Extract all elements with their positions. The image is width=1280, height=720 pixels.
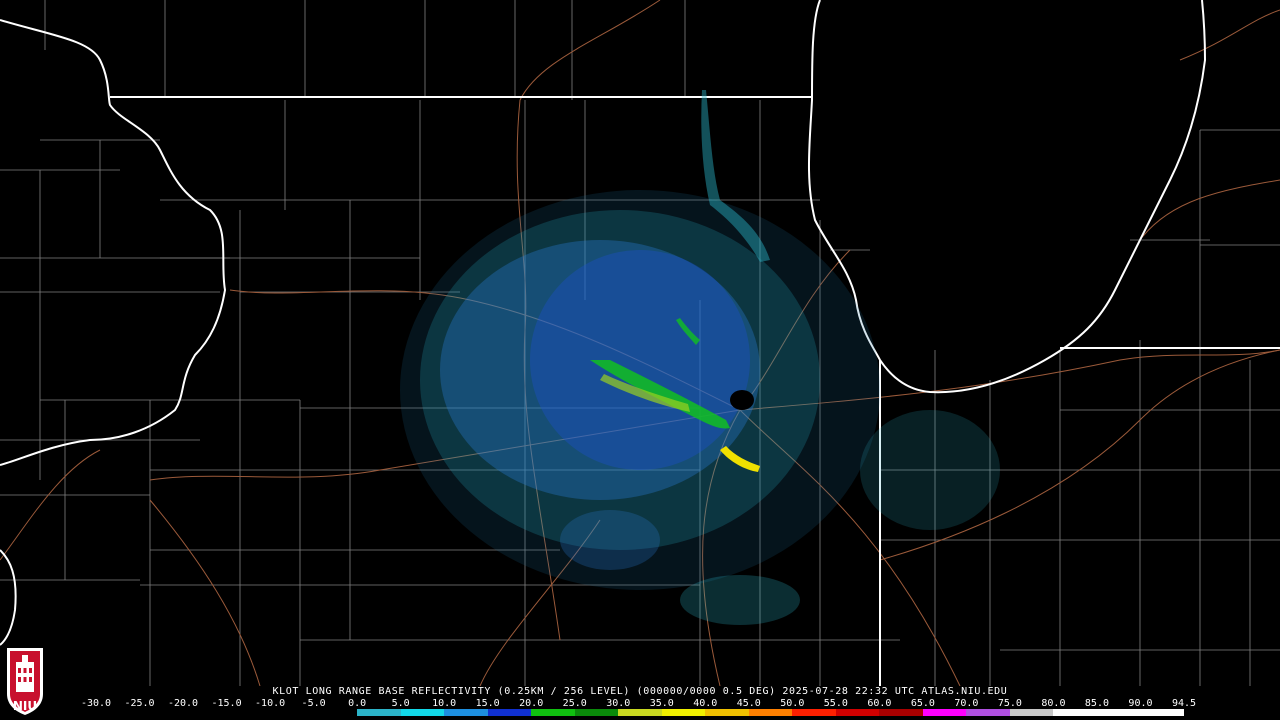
colorbar-segment — [183, 709, 227, 716]
colorbar-tick-label: -5.0 — [301, 698, 326, 709]
colorbar-segment — [748, 709, 793, 716]
colorbar-segment — [574, 709, 619, 716]
colorbar-tick-label: 65.0 — [910, 698, 935, 709]
colorbar-tick-label: 90.0 — [1128, 698, 1153, 709]
colorbar-tick-label: -20.0 — [167, 698, 199, 709]
colorbar-tick-label: 50.0 — [780, 698, 805, 709]
colorbar-tick-label: 0.0 — [348, 698, 367, 709]
colorbar-segment — [313, 709, 358, 716]
colorbar-tick-label: 35.0 — [649, 698, 674, 709]
product-caption: KLOT LONG RANGE BASE REFLECTIVITY (0.25K… — [272, 686, 1008, 697]
colorbar-segment — [444, 709, 488, 716]
colorbar-tick-label: 40.0 — [693, 698, 718, 709]
colorbar-segment — [96, 709, 140, 716]
colorbar-segment — [270, 709, 314, 716]
colorbar-segment — [226, 709, 271, 716]
colorbar-segment — [661, 709, 706, 716]
colorbar-segment — [922, 709, 967, 716]
colorbar-tick-label: -30.0 — [80, 698, 112, 709]
colorbar-tick-label: 20.0 — [519, 698, 544, 709]
colorbar-tick-label: 80.0 — [1041, 698, 1066, 709]
colorbar-segment — [1140, 709, 1184, 716]
colorbar-tick-label: 15.0 — [475, 698, 500, 709]
colorbar-segment — [835, 709, 880, 716]
colorbar-segment — [1053, 709, 1097, 716]
colorbar-tick-label: 30.0 — [606, 698, 631, 709]
colorbar-tick-label: -10.0 — [255, 698, 286, 709]
colorbar-segment — [139, 709, 184, 716]
colorbar-tick-label: 25.0 — [562, 698, 587, 709]
colorbar-segment — [1096, 709, 1141, 716]
colorbar-tick-label: 60.0 — [867, 698, 892, 709]
colorbar-tick-label: 94.5 — [1171, 698, 1197, 709]
colorbar-segment — [705, 709, 749, 716]
colorbar-segment — [357, 709, 401, 716]
colorbar-segment — [966, 709, 1010, 716]
colorbar-tick-label: 75.0 — [997, 698, 1022, 709]
colorbar-tick-label: 45.0 — [736, 698, 761, 709]
colorbar-segment — [879, 709, 923, 716]
colorbar-segment — [792, 709, 836, 716]
colorbar-segment — [487, 709, 532, 716]
colorbar-segment — [618, 709, 662, 716]
colorbar-tick-label: 55.0 — [823, 698, 848, 709]
colorbar-tick-label: 70.0 — [954, 698, 979, 709]
colorbar-tick-label: 5.0 — [391, 698, 410, 709]
colorbar-tick-label: -15.0 — [211, 698, 242, 709]
radar-map — [0, 0, 1280, 686]
niu-logo-text: NIU — [12, 699, 38, 713]
colorbar-segment — [1009, 709, 1054, 716]
colorbar-tick-label: 85.0 — [1084, 698, 1109, 709]
colorbar-tick-labels: -30.0 -25.0 -20.0 -15.0 -10.0 -5.0 0.0 5.0 10.0 1… — [81, 698, 1196, 709]
colorbar-segment — [400, 709, 445, 716]
colorbar-tick-label: 10.0 — [432, 698, 457, 709]
reflectivity-colorbar — [96, 709, 1184, 716]
colorbar-segment — [531, 709, 575, 716]
colorbar-tick-label: -25.0 — [124, 698, 155, 709]
